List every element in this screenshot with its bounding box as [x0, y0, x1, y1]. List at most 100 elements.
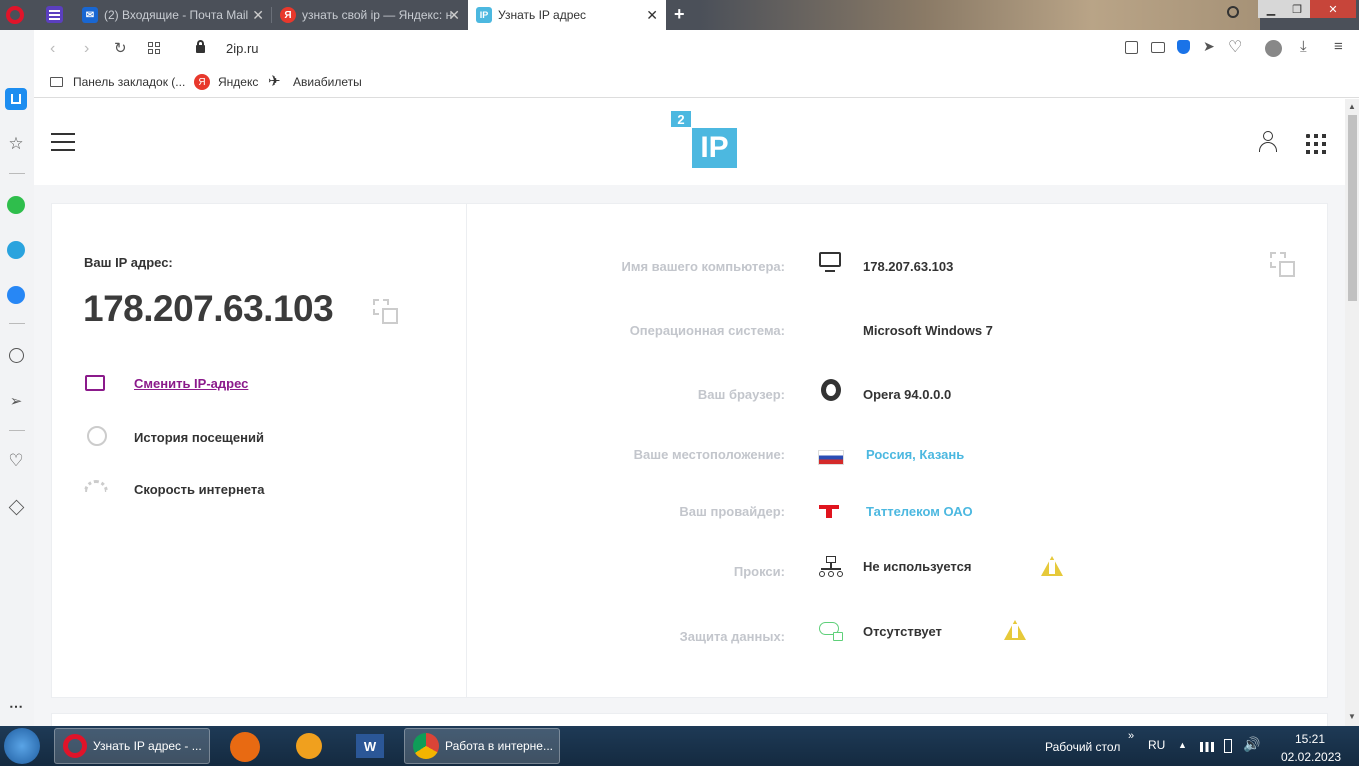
battery-icon[interactable]: [1224, 739, 1232, 753]
reload-icon[interactable]: ↻: [114, 39, 127, 57]
address-bar: ‹ › ↻ 2ip.ru ➤ ♡ ⤓ ≡: [34, 30, 1359, 68]
history-icon: [87, 426, 107, 446]
profile-icon[interactable]: [1265, 40, 1282, 57]
bookmark-yandex[interactable]: Яндекс: [218, 75, 258, 89]
tabs-grid-icon[interactable]: [148, 42, 160, 54]
easy-setup-icon[interactable]: ≡: [1334, 38, 1343, 55]
whatsapp-icon[interactable]: [5, 194, 27, 216]
telegram-icon[interactable]: [5, 239, 27, 261]
desktop-toolbar[interactable]: Рабочий стол: [1045, 740, 1120, 754]
opera-logo[interactable]: [6, 6, 24, 24]
start-button[interactable]: [4, 728, 40, 764]
change-ip-link[interactable]: Сменить IP-адрес: [134, 376, 248, 391]
media-player-icon[interactable]: [230, 732, 260, 762]
close-icon[interactable]: ✕: [448, 7, 460, 24]
copy-computer-icon[interactable]: [1270, 252, 1296, 278]
download-icon[interactable]: ⤓: [1300, 38, 1307, 55]
os-value: Microsoft Windows 7: [863, 323, 993, 338]
protection-warning-icon[interactable]: [1004, 620, 1026, 640]
scroll-up-arrow[interactable]: ▲: [1348, 102, 1356, 111]
computer-name-value: 178.207.63.103: [863, 259, 954, 274]
chevron-right-icon[interactable]: »: [1128, 730, 1134, 742]
heart-icon[interactable]: ♡: [1228, 37, 1242, 57]
network-icon: [819, 556, 843, 578]
home-icon[interactable]: [5, 88, 27, 110]
provider-label: Ваш провайдер:: [679, 504, 785, 519]
volume-icon[interactable]: 🔊: [1243, 736, 1260, 753]
proxy-warning-icon[interactable]: [1041, 556, 1063, 576]
plane-icon: ✈: [268, 73, 281, 90]
location-value[interactable]: Россия, Казань: [866, 447, 964, 462]
close-window-button[interactable]: ✕: [1310, 0, 1356, 18]
extensions-cube-icon[interactable]: [5, 496, 27, 518]
copy-ip-icon[interactable]: [373, 299, 399, 325]
url-field[interactable]: 2ip.ru: [226, 41, 259, 56]
close-icon[interactable]: ✕: [646, 7, 658, 24]
search-tabs-icon[interactable]: [1227, 6, 1239, 18]
monitor-icon: [819, 252, 841, 274]
tab-yandex[interactable]: Я узнать свой ip — Яндекс: н ✕: [272, 0, 468, 30]
scroll-down-arrow[interactable]: ▼: [1348, 712, 1356, 721]
scroll-thumb[interactable]: [1348, 115, 1357, 301]
close-icon[interactable]: ✕: [252, 7, 264, 24]
speed-link[interactable]: Скорость интернета: [134, 482, 264, 497]
word-icon[interactable]: W: [356, 734, 384, 758]
camera-icon[interactable]: [1151, 42, 1165, 53]
forward-icon[interactable]: ›: [84, 40, 89, 58]
edit-icon[interactable]: [1125, 41, 1138, 54]
taskbar-opera[interactable]: Узнать IP адрес - ...: [54, 728, 210, 764]
user-icon[interactable]: [1259, 131, 1277, 153]
2ip-icon: IP: [476, 7, 492, 23]
change-ip-icon: [85, 375, 105, 391]
scrollbar[interactable]: ▲ ▼: [1345, 99, 1359, 726]
russia-flag-icon: [818, 450, 844, 465]
location-label: Ваше местоположение:: [633, 447, 785, 462]
ip-address: 178.207.63.103: [83, 288, 334, 329]
tab-menu-icon[interactable]: [46, 6, 63, 23]
tab-label: узнать свой ip — Яндекс: н: [302, 8, 453, 22]
flow-send-icon[interactable]: ➢: [5, 390, 27, 412]
provider-value[interactable]: Таттелеком ОАО: [866, 504, 973, 519]
tab-mail[interactable]: ✉ (2) Входящие - Почта Mail ✕: [74, 0, 272, 30]
opera-sidebar: ☆ ➢ ♡ ⋯: [0, 30, 34, 726]
minimize-button[interactable]: ▁: [1258, 0, 1284, 18]
site-logo[interactable]: 2 IP: [671, 111, 741, 171]
tab-2ip[interactable]: IP Узнать IP адрес ✕: [468, 0, 666, 30]
bookmarks-bar: Панель закладок (... Я Яндекс ✈ Авиабиле…: [34, 68, 1359, 98]
your-ip-label: Ваш IP адрес:: [84, 255, 173, 270]
vk-icon[interactable]: [5, 284, 27, 306]
proxy-value: Не используется: [863, 559, 972, 574]
vpn-shield-icon[interactable]: [1177, 40, 1190, 54]
bookmark-avia[interactable]: Авиабилеты: [293, 75, 362, 89]
opera-browser-icon: [821, 379, 841, 401]
clock-date[interactable]: 02.02.2023: [1281, 750, 1341, 764]
bookmark-folder[interactable]: Панель закладок (...: [73, 75, 185, 89]
clock-time[interactable]: 15:21: [1295, 732, 1325, 746]
computer-name-label: Имя вашего компьютера:: [621, 259, 785, 274]
history-link[interactable]: История посещений: [134, 430, 264, 445]
ip-card: Ваш IP адрес: 178.207.63.103 Сменить IP-…: [51, 203, 467, 698]
sidebar-divider: [9, 430, 25, 431]
maximize-button[interactable]: ❐: [1284, 0, 1310, 18]
lock-shackle: [197, 40, 204, 47]
aimp-icon[interactable]: [296, 733, 322, 759]
speedometer-icon: [84, 480, 108, 492]
player-icon[interactable]: [5, 344, 27, 366]
send-icon[interactable]: ➤: [1203, 38, 1215, 55]
menu-icon[interactable]: [51, 133, 75, 151]
new-tab-button[interactable]: +: [674, 4, 685, 25]
opera-task-icon: [63, 734, 87, 758]
logo-number: 2: [671, 111, 691, 127]
tab-bar: ✉ (2) Входящие - Почта Mail ✕ Я узнать с…: [0, 0, 1359, 30]
data-protection-label: Защита данных:: [679, 629, 785, 644]
back-icon[interactable]: ‹: [50, 40, 55, 58]
taskbar-chrome[interactable]: Работа в интерне...: [404, 728, 560, 764]
more-icon[interactable]: ⋯: [5, 695, 27, 717]
speed-dial-star-icon[interactable]: ☆: [5, 133, 27, 155]
language-indicator[interactable]: RU: [1148, 738, 1165, 752]
tray-expand-icon[interactable]: ▲: [1178, 740, 1187, 750]
pinboard-heart-icon[interactable]: ♡: [5, 450, 27, 472]
opera-task-label: Узнать IP адрес - ...: [93, 739, 202, 753]
apps-grid-icon[interactable]: [1306, 134, 1326, 154]
signal-icon[interactable]: [1200, 742, 1214, 752]
